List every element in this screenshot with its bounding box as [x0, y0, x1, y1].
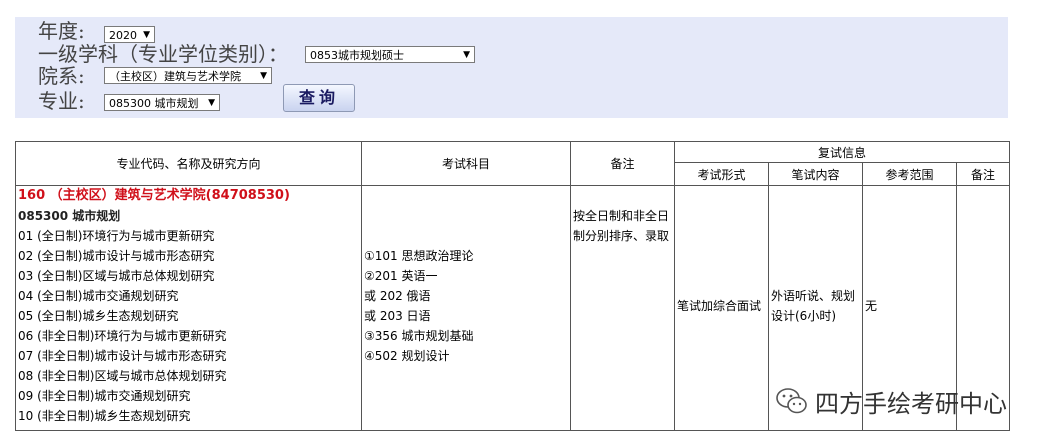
department-select[interactable]: （主校区）建筑与艺术学院 ▼	[104, 67, 272, 84]
subject-item: 或 202 俄语	[364, 289, 431, 303]
direction-item: 02 (全日制)城市设计与城市形态研究	[18, 249, 215, 263]
remark-line: 按全日制和非全日	[573, 209, 670, 223]
subjects-cell: ①101 思想政治理论 ②201 英语一 或 202 俄语 或 203 日语 ③…	[361, 185, 571, 431]
year-label: 年度:	[38, 19, 85, 43]
header-retest-remark: 备注	[955, 162, 1011, 186]
direction-item: 05 (全日制)城乡生态规划研究	[18, 309, 179, 323]
wechat-icon	[776, 388, 807, 414]
watermark: 四方手绘考研中心	[775, 385, 1007, 418]
major-label: 专业:	[38, 89, 85, 113]
subject-item: ①101 思想政治理论	[364, 249, 474, 263]
reference-value: 无	[865, 299, 878, 313]
year-select[interactable]: 2020 ▼	[104, 26, 155, 43]
department-value: （主校区）建筑与艺术学院	[109, 70, 241, 83]
written-content-line: 外语听说、规划	[771, 289, 856, 303]
direction-item: 03 (全日制)区域与城市总体规划研究	[18, 269, 215, 283]
direction-item: 06 (非全日制)环境行为与城市更新研究	[18, 329, 227, 343]
chevron-down-icon: ▼	[463, 50, 470, 60]
query-button[interactable]: 查询	[283, 84, 355, 112]
written-content-line: 设计(6小时)	[771, 309, 836, 323]
chevron-down-icon: ▼	[143, 30, 150, 40]
direction-item: 09 (非全日制)城市交通规划研究	[18, 389, 191, 403]
subject-item: ④502 规划设计	[364, 349, 450, 363]
chevron-down-icon: ▼	[208, 98, 215, 108]
exam-form-value: 笔试加综合面试	[677, 299, 762, 313]
direction-item: 08 (非全日制)区域与城市总体规划研究	[18, 369, 227, 383]
year-value: 2020	[109, 29, 137, 42]
header-remark: 备注	[570, 141, 675, 186]
subject-item: ③356 城市规划基础	[364, 329, 474, 343]
header-major: 专业代码、名称及研究方向	[15, 141, 362, 186]
major-select[interactable]: 085300 城市规划 ▼	[104, 94, 220, 111]
header-subjects: 考试科目	[361, 141, 571, 186]
direction-item: 01 (全日制)环境行为与城市更新研究	[18, 229, 215, 243]
remark-line: 制分别排序、录取	[573, 229, 670, 243]
direction-item: 10 (非全日制)城乡生态规划研究	[18, 409, 191, 423]
discipline-label: 一级学科（专业学位类别）：	[38, 42, 288, 66]
major-cell: 160 （主校区）建筑与艺术学院(84708530) 085300 城市规划 0…	[15, 185, 362, 431]
header-retest: 复试信息	[673, 141, 1011, 163]
header-written-content: 笔试内容	[768, 162, 863, 186]
discipline-select[interactable]: 0853城市规划硕士 ▼	[305, 46, 475, 63]
remark-cell: 按全日制和非全日 制分别排序、录取	[570, 185, 675, 431]
header-reference: 参考范围	[862, 162, 957, 186]
exam-form-cell: 笔试加综合面试	[674, 185, 769, 431]
direction-item: 07 (非全日制)城市设计与城市形态研究	[18, 349, 227, 363]
watermark-text: 四方手绘考研中心	[815, 389, 1007, 418]
college-title: 160 （主校区）建筑与艺术学院(84708530)	[18, 188, 290, 203]
chevron-down-icon: ▼	[260, 71, 267, 81]
major-name: 085300 城市规划	[18, 209, 121, 223]
subject-item: 或 203 日语	[364, 309, 431, 323]
direction-item: 04 (全日制)城市交通规划研究	[18, 289, 179, 303]
subject-item: ②201 英语一	[364, 269, 438, 283]
header-exam-form: 考试形式	[674, 162, 769, 186]
department-label: 院系:	[38, 64, 85, 88]
discipline-value: 0853城市规划硕士	[310, 49, 404, 62]
major-value: 085300 城市规划	[109, 97, 199, 110]
